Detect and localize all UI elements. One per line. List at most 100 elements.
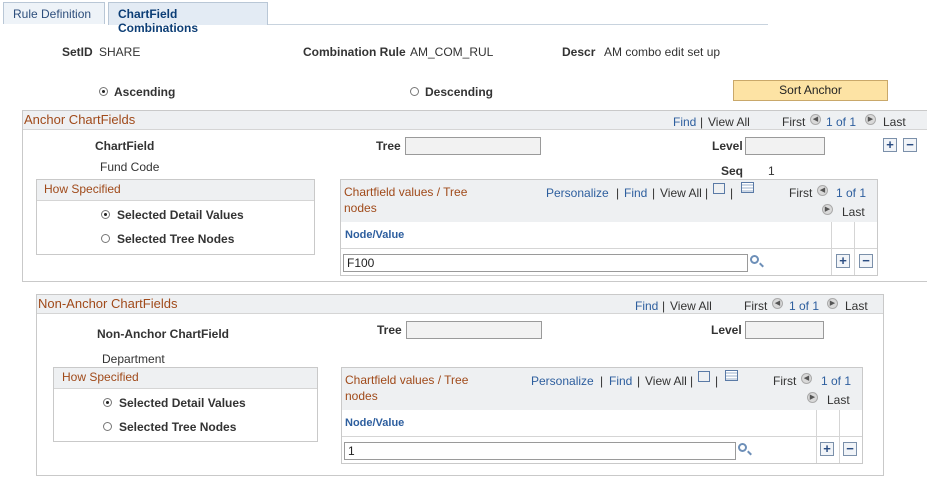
seq-label: Seq — [721, 164, 744, 178]
selected-detail-values-label: Selected Detail Values — [117, 208, 244, 222]
grid-first-label: First — [773, 374, 797, 388]
add-row-button[interactable]: + — [883, 138, 897, 152]
non-anchor-last-label: Last — [845, 299, 868, 313]
grid-previous-icon[interactable]: ◀ — [817, 183, 828, 197]
node-value-input[interactable]: 1 — [344, 442, 736, 460]
grid-delete-row-button[interactable]: − — [859, 254, 873, 268]
radio-icon — [103, 422, 112, 432]
grid-next-icon[interactable]: ▶ — [822, 202, 833, 216]
grid-last-label: Last — [842, 205, 865, 219]
grid-find-link[interactable]: Find — [624, 186, 647, 200]
anchor-section-title: Anchor ChartFields — [24, 112, 136, 127]
node-value-column-header[interactable]: Node/Value — [345, 229, 404, 241]
grid-add-row-button[interactable]: + — [820, 442, 834, 456]
tree-label: Tree — [376, 139, 401, 153]
node-value-column-header[interactable]: Node/Value — [345, 417, 404, 429]
grid-range: 1 of 1 — [821, 374, 852, 388]
node-value-input[interactable]: F100 — [343, 254, 748, 272]
sort-anchor-button[interactable]: Sort Anchor — [733, 80, 888, 101]
anchor-view-all[interactable]: View All — [708, 115, 750, 129]
grid-title-line1: Chartfield values / Tree — [344, 185, 468, 199]
non-anchor-chartfield-value: Department — [102, 352, 165, 366]
spreadsheet-icon[interactable] — [741, 182, 754, 193]
next-glyph: ▶ — [822, 204, 833, 216]
previous-icon[interactable]: ◀ — [772, 296, 783, 310]
separator: | — [715, 374, 719, 388]
level-input[interactable] — [745, 321, 824, 339]
grid-title-line2: nodes — [344, 201, 377, 215]
personalize-link[interactable]: Personalize — [546, 186, 609, 200]
grid-view-all[interactable]: View All — [660, 186, 702, 200]
separator: | — [730, 186, 734, 200]
tree-input[interactable] — [405, 137, 541, 155]
prev-glyph: ◀ — [801, 373, 812, 385]
tree-input[interactable] — [406, 321, 542, 339]
next-glyph: ▶ — [827, 298, 838, 310]
radio-icon — [410, 87, 419, 97]
non-anchor-first-label: First — [744, 299, 768, 313]
separator: | — [700, 115, 704, 129]
non-anchor-chartfield-label: Non-Anchor ChartField — [97, 327, 229, 341]
separator: | — [616, 186, 620, 200]
selected-tree-nodes-radio[interactable] — [103, 419, 112, 433]
personalize-link[interactable]: Personalize — [531, 374, 594, 388]
tab-label: Rule Definition — [13, 7, 92, 21]
setid-value: SHARE — [99, 45, 141, 59]
separator: | — [662, 299, 666, 313]
separator: | — [652, 186, 656, 200]
grid-next-icon[interactable]: ▶ — [807, 390, 818, 404]
seq-value: 1 — [768, 164, 775, 178]
new-window-icon[interactable] — [713, 183, 725, 194]
tab-chartfield-combinations[interactable]: ChartField Combinations — [108, 2, 268, 35]
selected-tree-nodes-label: Selected Tree Nodes — [117, 232, 235, 246]
prev-glyph: ◀ — [810, 114, 821, 126]
tree-label: Tree — [377, 323, 402, 337]
non-anchor-range: 1 of 1 — [789, 299, 820, 313]
level-label: Level — [712, 139, 743, 153]
anchor-find-link[interactable]: Find — [673, 115, 696, 129]
chartfield-value: Fund Code — [100, 160, 160, 174]
grid-title-line1: Chartfield values / Tree — [345, 373, 469, 387]
selected-tree-nodes-radio[interactable] — [101, 231, 110, 245]
combination-rule-label: Combination Rule — [303, 45, 406, 59]
grid-view-all[interactable]: View All — [645, 374, 687, 388]
chartfield-label: ChartField — [95, 139, 155, 153]
ascending-label: Ascending — [114, 85, 176, 99]
prev-glyph: ◀ — [817, 185, 828, 197]
ascending-radio[interactable] — [99, 84, 108, 98]
descending-radio[interactable] — [410, 84, 419, 98]
grid-last-label: Last — [827, 393, 850, 407]
radio-icon — [101, 210, 110, 220]
tab-underline — [268, 24, 768, 25]
delete-row-button[interactable]: − — [903, 138, 917, 152]
selected-tree-nodes-label: Selected Tree Nodes — [119, 420, 237, 434]
grid-title-line2: nodes — [345, 389, 378, 403]
radio-icon — [99, 87, 108, 97]
spreadsheet-icon[interactable] — [725, 370, 738, 381]
non-anchor-find-link[interactable]: Find — [635, 299, 658, 313]
descr-label: Descr — [562, 45, 596, 59]
previous-icon[interactable]: ◀ — [810, 112, 821, 126]
grid-add-row-button[interactable]: + — [836, 254, 850, 268]
selected-detail-values-radio[interactable] — [103, 395, 112, 409]
grid-column-row — [342, 410, 862, 437]
lookup-icon[interactable] — [738, 443, 747, 452]
separator: | — [705, 186, 709, 200]
lookup-icon[interactable] — [750, 255, 759, 264]
descr-value: AM combo edit set up — [604, 45, 721, 59]
grid-previous-icon[interactable]: ◀ — [801, 371, 812, 385]
new-window-icon[interactable] — [698, 371, 710, 382]
tab-rule-definition[interactable]: Rule Definition — [3, 2, 105, 24]
grid-range: 1 of 1 — [836, 186, 867, 200]
non-anchor-view-all[interactable]: View All — [670, 299, 712, 313]
next-icon[interactable]: ▶ — [827, 296, 838, 310]
next-icon[interactable]: ▶ — [865, 112, 876, 126]
selected-detail-values-radio[interactable] — [101, 207, 110, 221]
grid-divider — [854, 222, 855, 275]
level-input[interactable] — [745, 137, 825, 155]
how-specified-title: How Specified — [44, 182, 121, 196]
radio-icon — [101, 234, 110, 244]
grid-find-link[interactable]: Find — [609, 374, 632, 388]
grid-delete-row-button[interactable]: − — [843, 442, 857, 456]
tab-label: ChartField Combinations — [118, 7, 198, 35]
